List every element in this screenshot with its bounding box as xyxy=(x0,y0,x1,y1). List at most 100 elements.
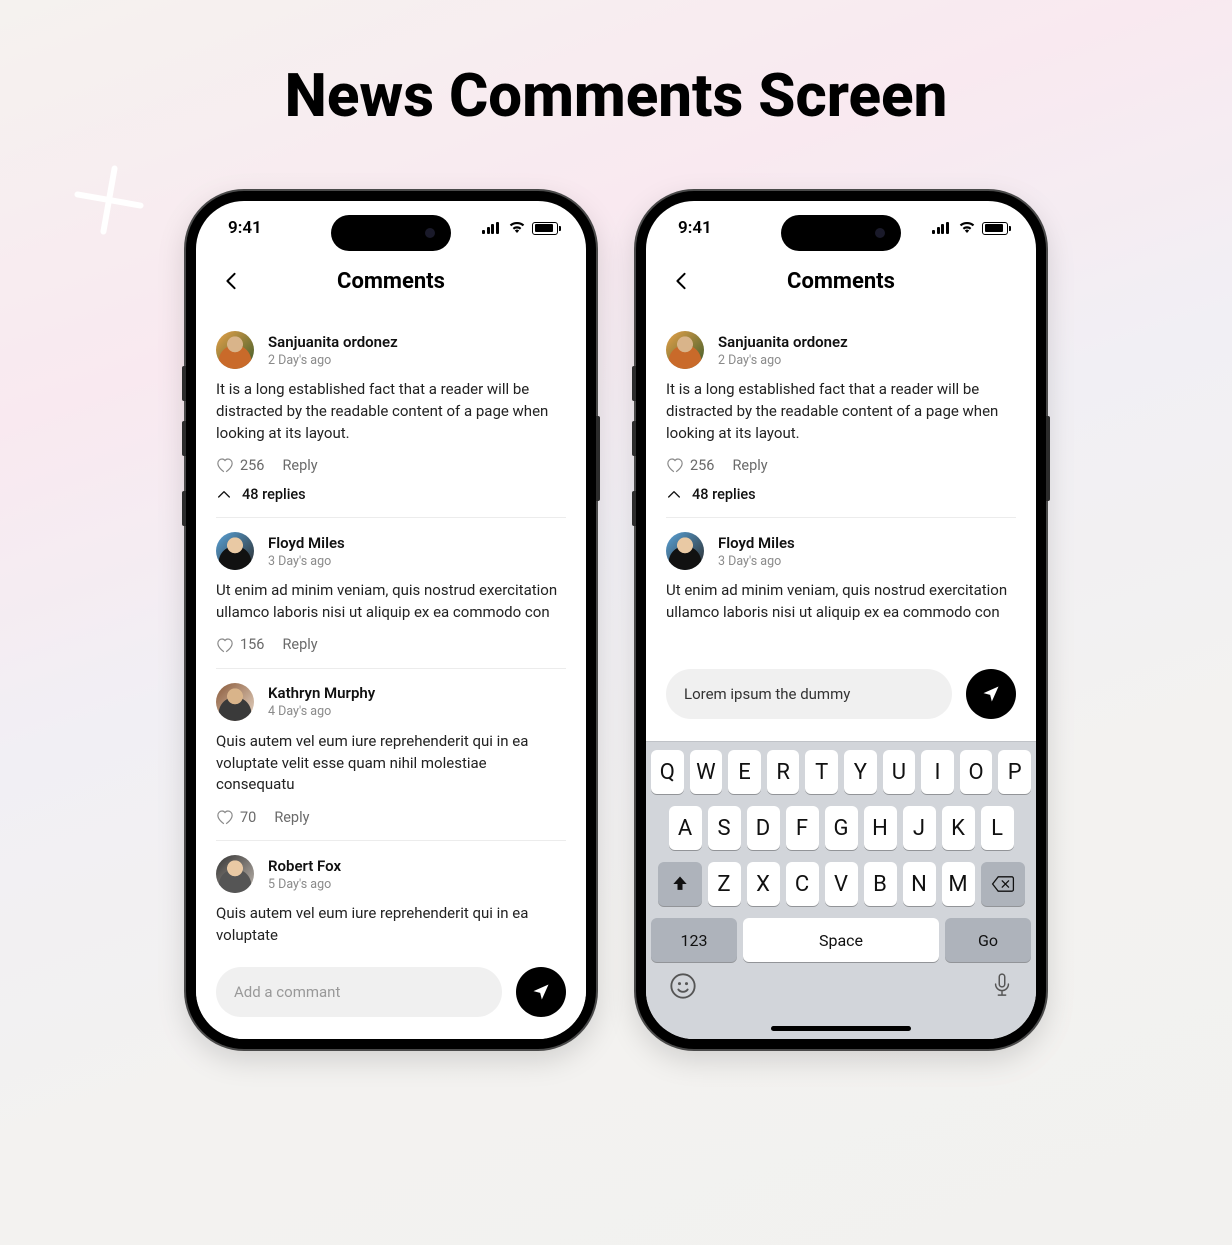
like-button[interactable]: 156 xyxy=(216,636,264,654)
reply-button[interactable]: Reply xyxy=(282,636,317,653)
comment-author: Robert Fox xyxy=(268,857,341,875)
comment-time: 2 Day's ago xyxy=(268,353,398,368)
key-y[interactable]: Y xyxy=(844,750,877,794)
key-f[interactable]: F xyxy=(786,806,819,850)
avatar[interactable] xyxy=(216,532,254,570)
like-button[interactable]: 256 xyxy=(666,456,714,474)
comment-text: Quis autem vel eum iure reprehenderit qu… xyxy=(216,903,566,947)
key-b[interactable]: B xyxy=(864,862,897,906)
like-button[interactable]: 256 xyxy=(216,456,264,474)
view-replies-button[interactable]: 48 replies xyxy=(216,486,566,503)
comment-item: Floyd Miles 3 Day's ago Ut enim ad minim… xyxy=(216,518,566,669)
home-indicator[interactable] xyxy=(771,1026,911,1031)
comments-list[interactable]: Sanjuanita ordonez 2 Day's ago It is a l… xyxy=(196,307,586,1039)
emoji-key[interactable] xyxy=(669,972,697,1004)
key-g[interactable]: G xyxy=(825,806,858,850)
key-n[interactable]: N xyxy=(903,862,936,906)
page-title: News Comments Screen xyxy=(0,0,1232,131)
avatar[interactable] xyxy=(216,331,254,369)
dynamic-island xyxy=(331,215,451,251)
reply-button[interactable]: Reply xyxy=(274,809,309,826)
dynamic-island xyxy=(781,215,901,251)
replies-count: 48 replies xyxy=(242,486,306,503)
comment-input-bar: Lorem ipsum the dummy xyxy=(646,655,1036,741)
key-r[interactable]: R xyxy=(767,750,800,794)
key-w[interactable]: W xyxy=(690,750,723,794)
key-v[interactable]: V xyxy=(825,862,858,906)
cellular-signal-icon xyxy=(482,222,502,234)
comments-list[interactable]: Sanjuanita ordonez 2 Day's ago It is a l… xyxy=(646,307,1036,661)
backspace-key[interactable] xyxy=(981,862,1025,906)
wifi-icon xyxy=(958,218,976,238)
replies-count: 48 replies xyxy=(692,486,756,503)
comment-author: Kathryn Murphy xyxy=(268,684,375,702)
comment-item: Floyd Miles 3 Day's ago Ut enim ad minim… xyxy=(666,518,1016,638)
go-key[interactable]: Go xyxy=(945,918,1031,962)
comment-text: Ut enim ad minim veniam, quis nostrud ex… xyxy=(216,580,566,624)
key-c[interactable]: C xyxy=(786,862,819,906)
key-a[interactable]: A xyxy=(669,806,702,850)
comment-item: Sanjuanita ordonez 2 Day's ago It is a l… xyxy=(216,317,566,518)
comment-time: 3 Day's ago xyxy=(718,554,795,569)
phone-mockup-2: 9:41 Comments xyxy=(636,191,1046,1049)
wifi-icon xyxy=(508,218,526,238)
comment-item: Robert Fox 5 Day's ago Quis autem vel eu… xyxy=(216,841,566,961)
comment-author: Sanjuanita ordonez xyxy=(718,333,848,351)
view-replies-button[interactable]: 48 replies xyxy=(666,486,1016,503)
comment-input[interactable]: Add a commant xyxy=(216,967,502,1017)
like-count: 156 xyxy=(240,636,264,653)
battery-icon xyxy=(982,222,1008,235)
key-i[interactable]: I xyxy=(921,750,954,794)
avatar[interactable] xyxy=(666,331,704,369)
send-button[interactable] xyxy=(516,967,566,1017)
back-button[interactable] xyxy=(218,268,244,294)
key-j[interactable]: J xyxy=(903,806,936,850)
avatar[interactable] xyxy=(216,855,254,893)
key-l[interactable]: L xyxy=(981,806,1014,850)
key-t[interactable]: T xyxy=(805,750,838,794)
key-z[interactable]: Z xyxy=(708,862,741,906)
send-button[interactable] xyxy=(966,669,1016,719)
status-time: 9:41 xyxy=(678,218,712,238)
like-count: 70 xyxy=(240,809,256,826)
key-u[interactable]: U xyxy=(883,750,916,794)
key-e[interactable]: E xyxy=(728,750,761,794)
key-k[interactable]: K xyxy=(942,806,975,850)
keyboard: QWERTYUIOP ASDFGHJKL ZXCVBNM 123 Space G… xyxy=(646,741,1036,1039)
key-p[interactable]: P xyxy=(998,750,1031,794)
comment-author: Sanjuanita ordonez xyxy=(268,333,398,351)
comment-time: 2 Day's ago xyxy=(718,353,848,368)
key-x[interactable]: X xyxy=(747,862,780,906)
key-h[interactable]: H xyxy=(864,806,897,850)
battery-icon xyxy=(532,222,558,235)
reply-button[interactable]: Reply xyxy=(732,457,767,474)
back-button[interactable] xyxy=(668,268,694,294)
cellular-signal-icon xyxy=(932,222,952,234)
comment-text: Quis autem vel eum iure reprehenderit qu… xyxy=(216,731,566,796)
comment-text: It is a long established fact that a rea… xyxy=(666,379,1016,444)
shift-key[interactable] xyxy=(658,862,702,906)
numbers-key[interactable]: 123 xyxy=(651,918,737,962)
key-q[interactable]: Q xyxy=(651,750,684,794)
avatar[interactable] xyxy=(666,532,704,570)
key-o[interactable]: O xyxy=(960,750,993,794)
space-key[interactable]: Space xyxy=(743,918,939,962)
key-d[interactable]: D xyxy=(747,806,780,850)
comment-author: Floyd Miles xyxy=(718,534,795,552)
comment-text: Ut enim ad minim veniam, quis nostrud ex… xyxy=(666,580,1016,624)
comment-input-bar: Add a commant xyxy=(196,953,586,1039)
comment-time: 4 Day's ago xyxy=(268,704,375,719)
comment-time: 3 Day's ago xyxy=(268,554,345,569)
key-m[interactable]: M xyxy=(942,862,975,906)
dictation-key[interactable] xyxy=(991,972,1013,1004)
comment-time: 5 Day's ago xyxy=(268,877,341,892)
key-s[interactable]: S xyxy=(708,806,741,850)
status-time: 9:41 xyxy=(228,218,262,238)
header-title: Comments xyxy=(337,269,445,294)
like-button[interactable]: 70 xyxy=(216,808,256,826)
comment-author: Floyd Miles xyxy=(268,534,345,552)
reply-button[interactable]: Reply xyxy=(282,457,317,474)
avatar[interactable] xyxy=(216,683,254,721)
header-title: Comments xyxy=(787,269,895,294)
comment-input[interactable]: Lorem ipsum the dummy xyxy=(666,669,952,719)
